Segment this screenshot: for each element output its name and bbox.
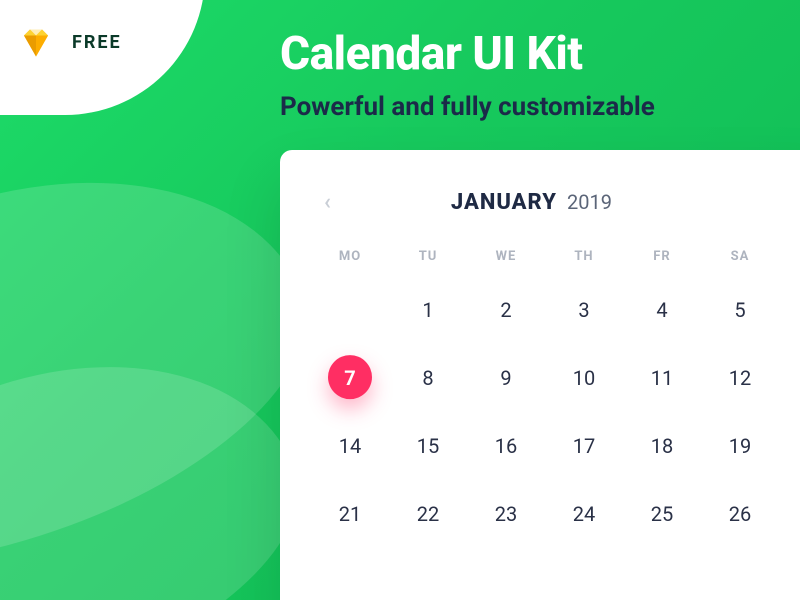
promo-stage: FREE Calendar UI Kit Powerful and fully … xyxy=(0,0,800,600)
day-of-week-header: MO xyxy=(314,249,386,264)
day-number: 4 xyxy=(656,298,667,322)
calendar-card: ‹ JANUARY 2019 MOTUWETHFRSA1234578910111… xyxy=(280,150,800,600)
calendar-grid: MOTUWETHFRSA1234578910111214151617181921… xyxy=(314,249,800,536)
day-number: 19 xyxy=(729,434,751,458)
day-number: 24 xyxy=(573,502,595,526)
calendar-day[interactable]: 14 xyxy=(314,424,386,468)
day-number: 8 xyxy=(422,366,433,390)
day-of-week-header: SA xyxy=(704,249,776,264)
calendar-day[interactable]: 19 xyxy=(704,424,776,468)
day-of-week-header: TU xyxy=(392,249,464,264)
prev-month-button[interactable]: ‹ xyxy=(314,184,341,221)
day-number: 7 xyxy=(344,366,355,390)
calendar-day[interactable]: 17 xyxy=(548,424,620,468)
month-label: JANUARY xyxy=(451,190,557,215)
free-label: FREE xyxy=(72,32,122,53)
headline: Calendar UI Kit xyxy=(280,30,582,78)
day-number: 10 xyxy=(573,366,595,390)
calendar-day[interactable]: 18 xyxy=(626,424,698,468)
calendar-day[interactable]: 21 xyxy=(314,492,386,536)
calendar-day[interactable]: 10 xyxy=(548,356,620,400)
calendar-day[interactable]: 11 xyxy=(626,356,698,400)
day-number: 25 xyxy=(651,502,673,526)
day-number: 1 xyxy=(422,298,433,322)
free-badge: FREE xyxy=(0,0,205,115)
day-number: 11 xyxy=(651,366,673,390)
calendar-day[interactable]: 24 xyxy=(548,492,620,536)
calendar-day[interactable]: 8 xyxy=(392,356,464,400)
page-subtitle: Powerful and fully customizable xyxy=(280,92,655,122)
day-number: 5 xyxy=(734,298,745,322)
day-number: 18 xyxy=(651,434,673,458)
day-number: 3 xyxy=(578,298,589,322)
calendar-day[interactable]: 26 xyxy=(704,492,776,536)
day-number: 17 xyxy=(573,434,595,458)
calendar-day[interactable]: 5 xyxy=(704,288,776,332)
day-number: 12 xyxy=(729,366,751,390)
day-number: 9 xyxy=(500,366,511,390)
sketch-diamond-icon xyxy=(18,25,54,61)
day-of-week-header: TH xyxy=(548,249,620,264)
day-of-week-header: WE xyxy=(470,249,542,264)
page-title: Calendar UI Kit xyxy=(280,30,582,78)
day-number: 23 xyxy=(495,502,517,526)
calendar-day[interactable]: 16 xyxy=(470,424,542,468)
calendar-day[interactable]: 7 xyxy=(314,356,386,400)
day-number: 15 xyxy=(417,434,439,458)
day-of-week-header: FR xyxy=(626,249,698,264)
calendar-day[interactable]: 12 xyxy=(704,356,776,400)
day-number: 2 xyxy=(500,298,511,322)
month-year-label: JANUARY 2019 xyxy=(451,190,612,215)
day-number: 26 xyxy=(729,502,751,526)
day-number: 16 xyxy=(495,434,517,458)
calendar-day[interactable]: 23 xyxy=(470,492,542,536)
calendar-day[interactable]: 4 xyxy=(626,288,698,332)
calendar-day[interactable]: 1 xyxy=(392,288,464,332)
calendar-day[interactable]: 9 xyxy=(470,356,542,400)
day-number: 22 xyxy=(417,502,439,526)
calendar-day[interactable]: 2 xyxy=(470,288,542,332)
calendar-day[interactable]: 25 xyxy=(626,492,698,536)
day-number: 14 xyxy=(339,434,361,458)
calendar-day xyxy=(314,288,386,332)
calendar-day[interactable]: 3 xyxy=(548,288,620,332)
year-label: 2019 xyxy=(567,190,612,214)
day-number: 21 xyxy=(339,502,361,526)
calendar-day[interactable]: 15 xyxy=(392,424,464,468)
calendar-header: ‹ JANUARY 2019 xyxy=(314,184,800,221)
calendar-day[interactable]: 22 xyxy=(392,492,464,536)
